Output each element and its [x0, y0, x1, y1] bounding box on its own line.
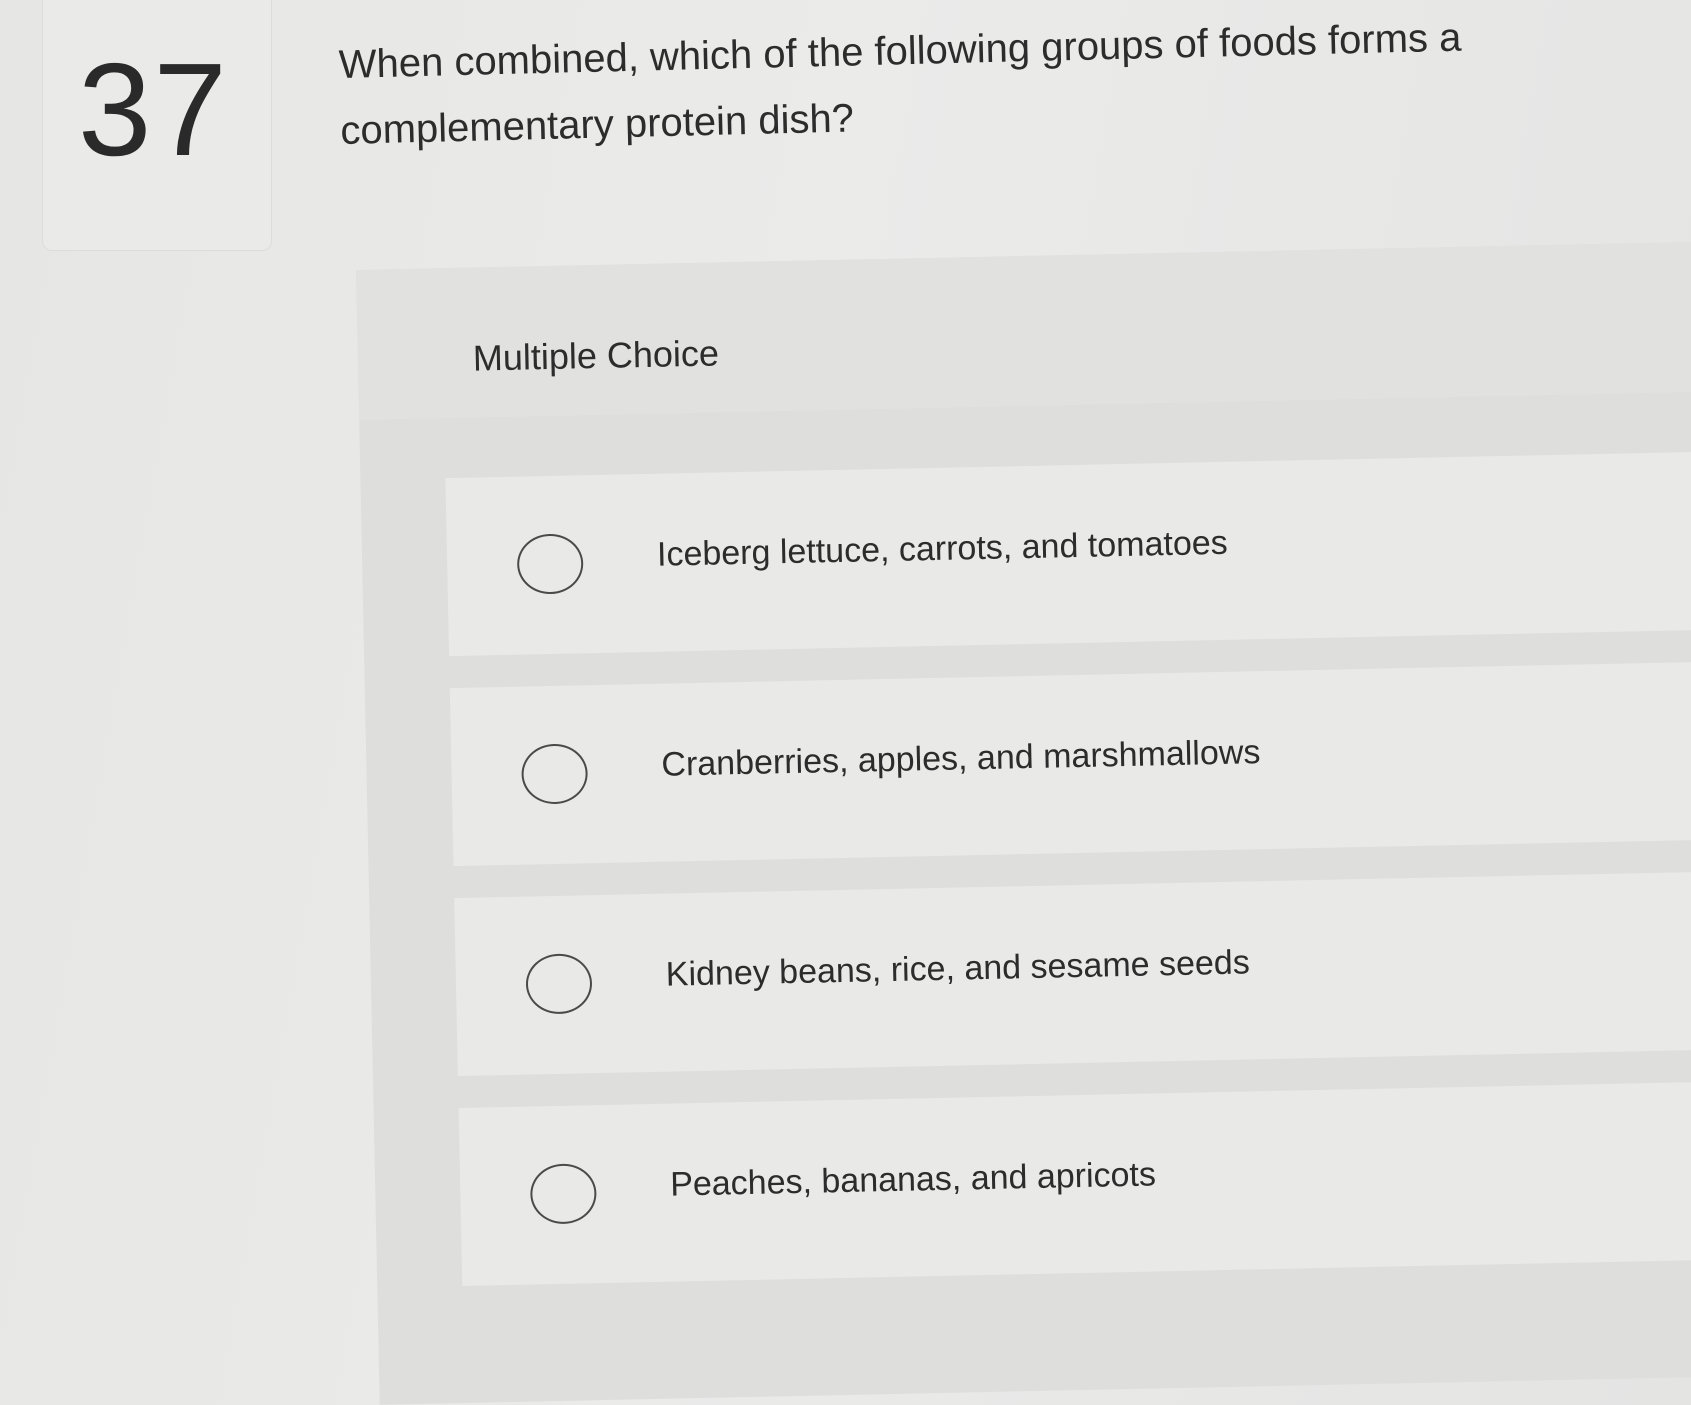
- answer-option-label: Peaches, bananas, and apricots: [669, 1155, 1157, 1204]
- radio-button[interactable]: [525, 953, 593, 1015]
- answer-option-1[interactable]: Iceberg lettuce, carrots, and tomatoes: [445, 451, 1691, 657]
- answer-option-label: Cranberries, apples, and marshmallows: [661, 733, 1261, 784]
- answer-option-label: Iceberg lettuce, carrots, and tomatoes: [656, 523, 1229, 574]
- radio-button[interactable]: [516, 533, 584, 595]
- answer-option-2[interactable]: Cranberries, apples, and marshmallows: [449, 661, 1691, 867]
- radio-button[interactable]: [520, 743, 589, 805]
- answer-option-label: Kidney beans, rice, and sesame seeds: [665, 943, 1251, 994]
- question-number: 37: [78, 36, 229, 183]
- multiple-choice-header: Multiple Choice: [356, 242, 1691, 420]
- answer-option-3[interactable]: Kidney beans, rice, and sesame seeds: [454, 871, 1691, 1077]
- multiple-choice-panel: Multiple Choice Iceberg lettuce, carrots…: [356, 242, 1691, 1405]
- quiz-page: 37 When combined, which of the following…: [0, 0, 1691, 1405]
- answer-option-4[interactable]: Peaches, bananas, and apricots: [458, 1081, 1691, 1286]
- multiple-choice-title: Multiple Choice: [472, 332, 720, 379]
- radio-button[interactable]: [529, 1163, 598, 1225]
- question-text: When combined, which of the following gr…: [338, 15, 1462, 153]
